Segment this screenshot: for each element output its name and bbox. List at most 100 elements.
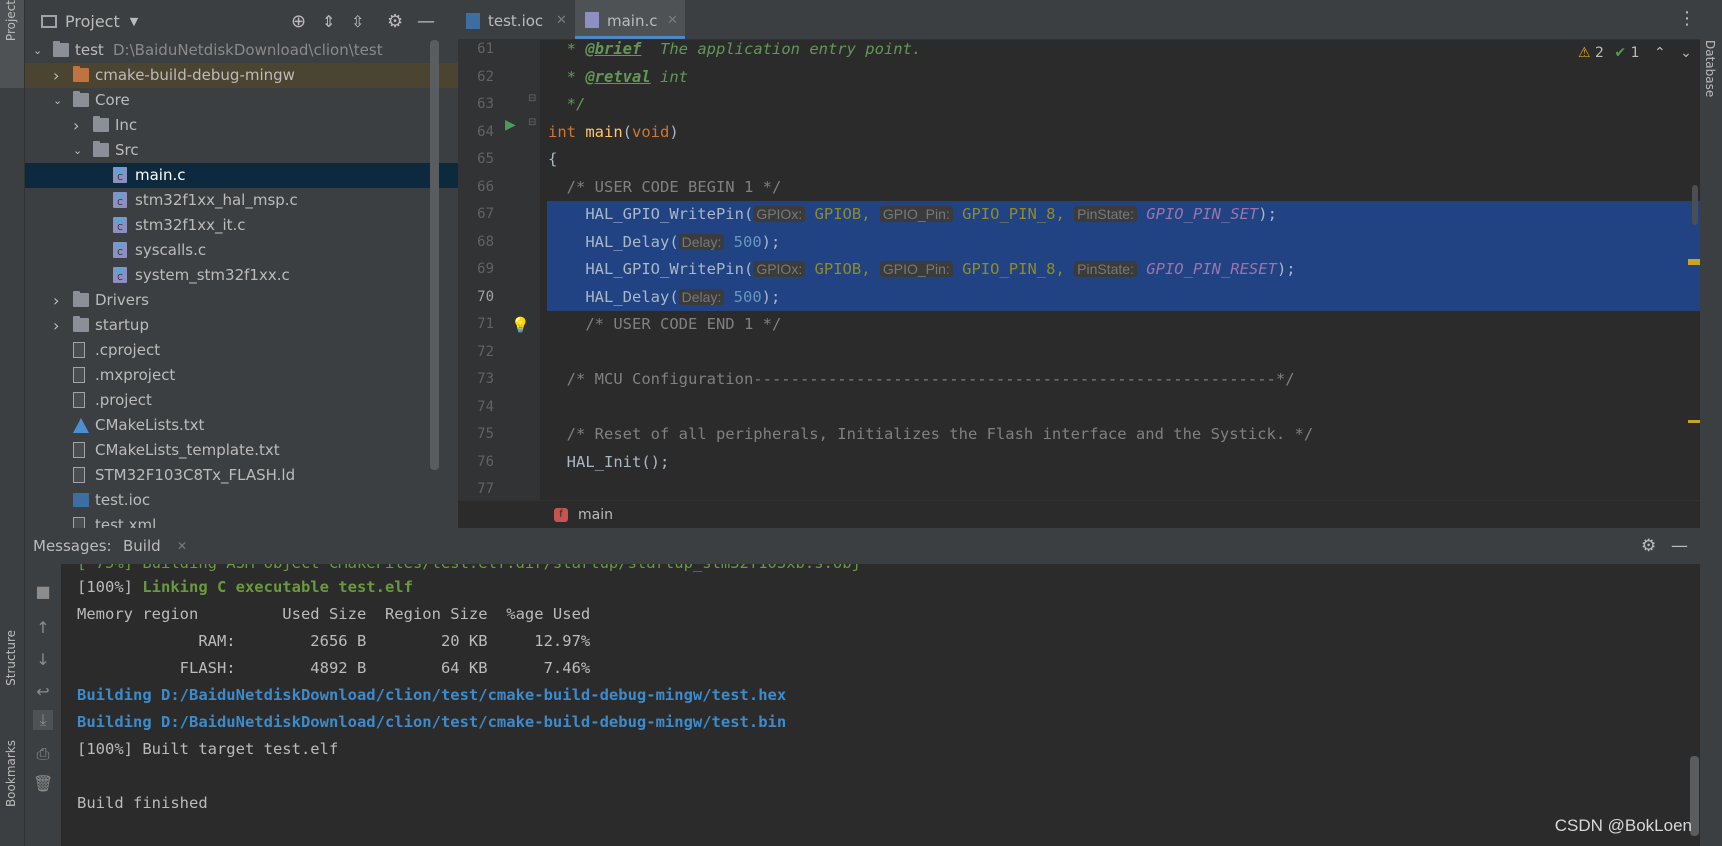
- close-icon[interactable]: ✕: [177, 528, 187, 564]
- c-file-icon: C: [113, 267, 127, 283]
- tree-item[interactable]: CMakeLists.txt: [25, 413, 458, 438]
- fold-marker-icon[interactable]: ⊟: [528, 93, 536, 104]
- collapse-all-icon[interactable]: ⇳: [351, 12, 364, 31]
- tree-item[interactable]: Cstm32f1xx_hal_msp.c: [25, 188, 458, 213]
- tree-item[interactable]: Cmain.c: [25, 163, 458, 188]
- param-hint: PinState:: [1074, 261, 1137, 277]
- gear-icon[interactable]: ⚙: [387, 11, 403, 32]
- code-token: 500: [724, 232, 762, 251]
- code-token: );: [1276, 260, 1296, 278]
- param-hint: GPIOx:: [753, 261, 806, 277]
- tree-item[interactable]: › cmake-build-debug-mingw: [25, 63, 458, 88]
- file-icon: [73, 342, 85, 358]
- code-token: );: [761, 232, 781, 251]
- tree-item[interactable]: test.ioc: [25, 488, 458, 513]
- tree-item[interactable]: .cproject: [25, 338, 458, 363]
- tree-item[interactable]: Cstm32f1xx_it.c: [25, 213, 458, 238]
- editor-scrollbar[interactable]: [1692, 185, 1698, 225]
- code-line: */: [548, 91, 586, 118]
- cmake-icon: [73, 418, 89, 433]
- tree-item[interactable]: ⌄ Src: [25, 138, 458, 163]
- tree-item-label: syscalls.c: [135, 241, 207, 259]
- folder-icon: [93, 141, 109, 157]
- breadcrumb: f main: [458, 500, 1700, 529]
- tree-item[interactable]: CMakeLists_template.txt: [25, 438, 458, 463]
- tree-item[interactable]: › startup: [25, 313, 458, 338]
- right-tool-strip: Database: [1699, 0, 1722, 846]
- tree-item[interactable]: STM32F103C8Tx_FLASH.ld: [25, 463, 458, 488]
- chevron-down-icon[interactable]: ⌄: [73, 144, 87, 158]
- c-file-icon: C: [113, 192, 127, 208]
- output-prefix: [100%]: [77, 578, 143, 596]
- breadcrumb-item-main[interactable]: main: [578, 501, 613, 529]
- tree-item-label: main.c: [135, 166, 186, 184]
- code-token: HAL_Delay(: [585, 232, 679, 251]
- messages-label: Messages:: [33, 537, 112, 555]
- minimize-icon[interactable]: —: [417, 11, 435, 32]
- locate-icon[interactable]: ⊕: [291, 11, 306, 32]
- output-line: Building D:/BaiduNetdiskDownload/clion/t…: [77, 686, 787, 704]
- next-highlight-icon[interactable]: ⌄: [1680, 45, 1692, 61]
- tree-item[interactable]: ⌄ test D:\BaiduNetdiskDownload\clion\test: [25, 38, 458, 63]
- param-hint: Delay:: [678, 288, 725, 305]
- previous-highlight-icon[interactable]: ⌃: [1654, 45, 1666, 61]
- tree-item[interactable]: Csyscalls.c: [25, 238, 458, 263]
- output-line: RAM: 2656 B 20 KB 12.97%: [77, 632, 591, 650]
- tree-item[interactable]: › Drivers: [25, 288, 458, 313]
- warning-marker[interactable]: [1688, 259, 1700, 265]
- chevron-right-icon[interactable]: ›: [53, 68, 67, 84]
- database-tool-tab[interactable]: Database: [1700, 40, 1722, 100]
- project-panel-title[interactable]: Project: [65, 12, 120, 31]
- inspection-widget[interactable]: ⚠ 2 ✔ 1 ⌃ ⌄: [1578, 42, 1692, 64]
- code-line: HAL_GPIO_WritePin(GPIOx: GPIOB, GPIO_Pin…: [548, 201, 1277, 228]
- tree-item[interactable]: › Inc: [25, 113, 458, 138]
- project-scrollbar[interactable]: [430, 40, 439, 470]
- param-hint: GPIO_Pin:: [879, 206, 953, 222]
- bookmarks-tool-tab[interactable]: Bookmarks: [0, 740, 24, 840]
- param-hint: Delay:: [678, 233, 725, 250]
- warning-icon: ⚠: [1578, 45, 1591, 61]
- close-icon[interactable]: ✕: [556, 0, 567, 42]
- chevron-right-icon[interactable]: ›: [73, 118, 87, 134]
- structure-tool-tab[interactable]: Structure: [0, 630, 24, 720]
- tab-build[interactable]: Build: [123, 528, 161, 564]
- project-tool-tab[interactable]: Project: [0, 0, 24, 88]
- code-line: /* MCU Configuration--------------------…: [548, 366, 1295, 393]
- chevron-down-icon[interactable]: ▼: [130, 15, 138, 28]
- tab-main-c[interactable]: main.c ✕: [575, 0, 685, 39]
- warning-marker[interactable]: [1688, 420, 1700, 423]
- chevron-down-icon[interactable]: ⌄: [53, 94, 67, 108]
- tree-item[interactable]: ⌄ Core: [25, 88, 458, 113]
- more-options-icon[interactable]: ⋮: [1678, 8, 1696, 29]
- structure-tool-tab-label: Structure: [4, 630, 18, 686]
- chevron-right-icon[interactable]: ›: [53, 318, 67, 334]
- param-hint: GPIOx:: [753, 206, 806, 222]
- tab-test-ioc[interactable]: test.ioc ✕: [466, 0, 567, 42]
- function-badge-icon: f: [554, 508, 568, 522]
- minimize-icon[interactable]: —: [1671, 528, 1688, 564]
- fold-marker-icon[interactable]: ⊟: [528, 117, 536, 128]
- code-token: HAL_GPIO_WritePin(: [585, 260, 754, 278]
- expand-all-icon[interactable]: ⇕: [322, 12, 335, 31]
- code-token: ): [669, 122, 679, 141]
- code-token: HAL_GPIO_WritePin(: [585, 205, 754, 223]
- code-line: /* USER CODE END 1 */: [548, 311, 781, 338]
- tree-item[interactable]: .project: [25, 388, 458, 413]
- project-panel: Project ▼ ⊕ ⇕ ⇳ ⚙ — ⌄ test D:\BaiduNetdisk…: [25, 0, 458, 528]
- chevron-right-icon[interactable]: ›: [53, 293, 67, 309]
- tree-item[interactable]: Csystem_stm32f1xx.c: [25, 263, 458, 288]
- lightbulb-icon[interactable]: 💡: [511, 316, 530, 334]
- code-token: @retval: [585, 67, 651, 86]
- tree-item-path: D:\BaiduNetdiskDownload\clion\test: [113, 41, 383, 59]
- run-icon[interactable]: ▶: [505, 117, 516, 133]
- c-file-icon: C: [113, 217, 127, 233]
- code-editor[interactable]: 61 62 63 64 65 66 67 68 69 70 71 72 73 74 75 76 77 * @br…: [458, 40, 1700, 500]
- active-tab-indicator: [575, 36, 685, 39]
- folder-icon: [93, 116, 109, 132]
- tree-item[interactable]: test.xml: [25, 513, 458, 528]
- tab-label: test.ioc: [488, 12, 544, 30]
- gear-icon[interactable]: ⚙: [1641, 528, 1656, 564]
- chevron-down-icon[interactable]: ⌄: [33, 44, 47, 58]
- output-line: Build finished: [77, 794, 208, 812]
- tree-item[interactable]: .mxproject: [25, 363, 458, 388]
